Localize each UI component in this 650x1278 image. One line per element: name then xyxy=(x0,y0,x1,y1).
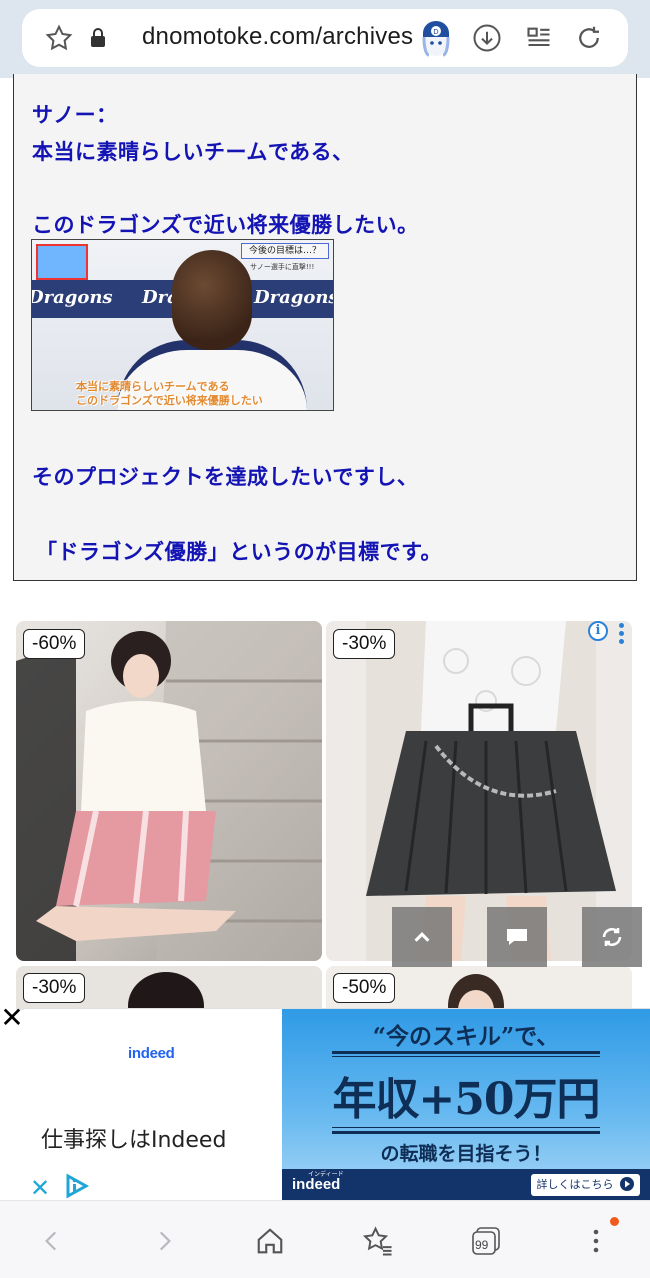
ad-more-icon[interactable] xyxy=(619,623,625,644)
indeed-banner-ad[interactable]: indeed 仕事探しはIndeed ✕ “今のスキル”で、 年収+50万円 の… xyxy=(24,1008,650,1202)
lock-icon xyxy=(88,27,108,49)
notification-dot xyxy=(610,1217,619,1226)
url-text[interactable]: dnomotoke.com/archives xyxy=(142,23,432,53)
player-face xyxy=(172,250,252,350)
scroll-top-button[interactable] xyxy=(392,907,452,967)
menu-button[interactable] xyxy=(578,1223,614,1259)
bottom-navigation-bar: 99 xyxy=(0,1200,650,1278)
chevron-right-icon xyxy=(159,1231,171,1251)
details-button-label: 詳しくはこちら xyxy=(536,1178,614,1191)
speaker-name: サノー： xyxy=(32,103,118,127)
discount-badge: -30% xyxy=(333,629,396,659)
comment-button[interactable] xyxy=(487,907,547,967)
bookmarks-button[interactable] xyxy=(360,1223,396,1259)
address-bar-area: dnomotoke.com/archives D xyxy=(0,0,650,78)
home-button[interactable] xyxy=(252,1223,288,1259)
caption-line-2: このドラゴンズで近い将来優勝したい xyxy=(76,394,263,407)
url-box[interactable]: dnomotoke.com/archives D xyxy=(22,9,628,67)
headline-bottom: の転職を目指そう！ xyxy=(380,1143,552,1165)
play-circle-icon xyxy=(620,1177,634,1191)
home-icon xyxy=(257,1228,283,1254)
ad-product-tile-4[interactable]: -50% xyxy=(326,966,632,1010)
banner-footer: indeed インディード 詳しくはこちら xyxy=(282,1169,650,1201)
svg-text:D: D xyxy=(433,28,438,36)
adchoices-close-icon[interactable]: ✕ xyxy=(30,1174,50,1202)
reader-mode-icon[interactable] xyxy=(522,22,556,54)
star-icon[interactable] xyxy=(42,23,76,53)
headline-rule-top-2 xyxy=(332,1056,600,1057)
studio-inset xyxy=(36,244,88,280)
ad-tagline[interactable]: 仕事探しはIndeed xyxy=(41,1122,226,1154)
product-photo-1 xyxy=(16,621,322,961)
reload-icon[interactable] xyxy=(572,22,606,54)
comment-icon xyxy=(507,929,527,945)
article-quote-box: サノー： 本当に素晴らしいチームである、 このドラゴンズで近い将来優勝したい。 … xyxy=(13,74,637,581)
site-avatar-icon[interactable]: D xyxy=(418,19,454,57)
caption-top: 今後の目標は…？ xyxy=(241,243,329,259)
indeed-logo: indeed xyxy=(128,1045,175,1062)
headline-rule-top xyxy=(332,1051,600,1054)
more-vert-icon xyxy=(593,1229,599,1253)
quote-line-4: 「ドラゴンズ優勝」というのが目標です。 xyxy=(36,540,442,564)
headline-rule-bottom xyxy=(332,1127,600,1128)
caption-sub: サノー選手に直撃!!! xyxy=(250,263,315,271)
team-name-left: Dragons xyxy=(31,287,113,308)
tv-screenshot-image: Dragons Dragons Dragons 今後の目標は…？ サノー選手に直… xyxy=(31,239,334,411)
ad-info-icon[interactable]: i xyxy=(588,621,608,641)
forward-button[interactable] xyxy=(146,1223,182,1259)
headline-top: “今のスキル”で、 xyxy=(372,1023,560,1050)
details-button[interactable]: 詳しくはこちら xyxy=(530,1174,640,1196)
headline-rule-bottom-2 xyxy=(332,1131,600,1134)
download-icon[interactable] xyxy=(470,22,504,54)
ad-product-tile-1[interactable]: -60% xyxy=(16,621,322,961)
chevron-left-icon xyxy=(45,1231,57,1251)
indeed-footer-reading: インディード xyxy=(308,1171,344,1178)
indeed-footer-logo: indeed xyxy=(292,1176,341,1193)
sync-icon xyxy=(602,928,622,946)
quote-line-2: このドラゴンズで近い将来優勝したい。 xyxy=(32,213,419,237)
quote-line-3: そのプロジェクトを達成したいですし、 xyxy=(32,465,419,489)
tab-count: 99 xyxy=(475,1238,489,1252)
back-button[interactable] xyxy=(34,1223,70,1259)
discount-badge: -60% xyxy=(23,629,86,659)
bookmark-star-icon xyxy=(362,1226,392,1256)
refresh-button[interactable] xyxy=(582,907,642,967)
tabs-button[interactable]: 99 xyxy=(468,1223,504,1259)
close-ad-button[interactable]: ✕ xyxy=(0,1004,24,1033)
team-name-right: Dragons xyxy=(254,287,334,308)
discount-badge: -50% xyxy=(333,973,396,1003)
banner-left-panel[interactable]: indeed 仕事探しはIndeed ✕ xyxy=(24,1009,282,1202)
quote-line-1: 本当に素晴らしいチームである、 xyxy=(32,140,354,164)
chevron-up-icon xyxy=(414,932,430,942)
browser-page: dnomotoke.com/archives D サノー： 本当に素晴らしいチー… xyxy=(0,0,650,1278)
ad-product-tile-3[interactable]: -30% xyxy=(16,966,322,1010)
headline-main: 年収+50万円 xyxy=(332,1074,600,1125)
discount-badge: -30% xyxy=(23,973,86,1003)
banner-creative[interactable]: “今のスキル”で、 年収+50万円 の転職を目指そう！ indeed インディー… xyxy=(282,1009,650,1201)
